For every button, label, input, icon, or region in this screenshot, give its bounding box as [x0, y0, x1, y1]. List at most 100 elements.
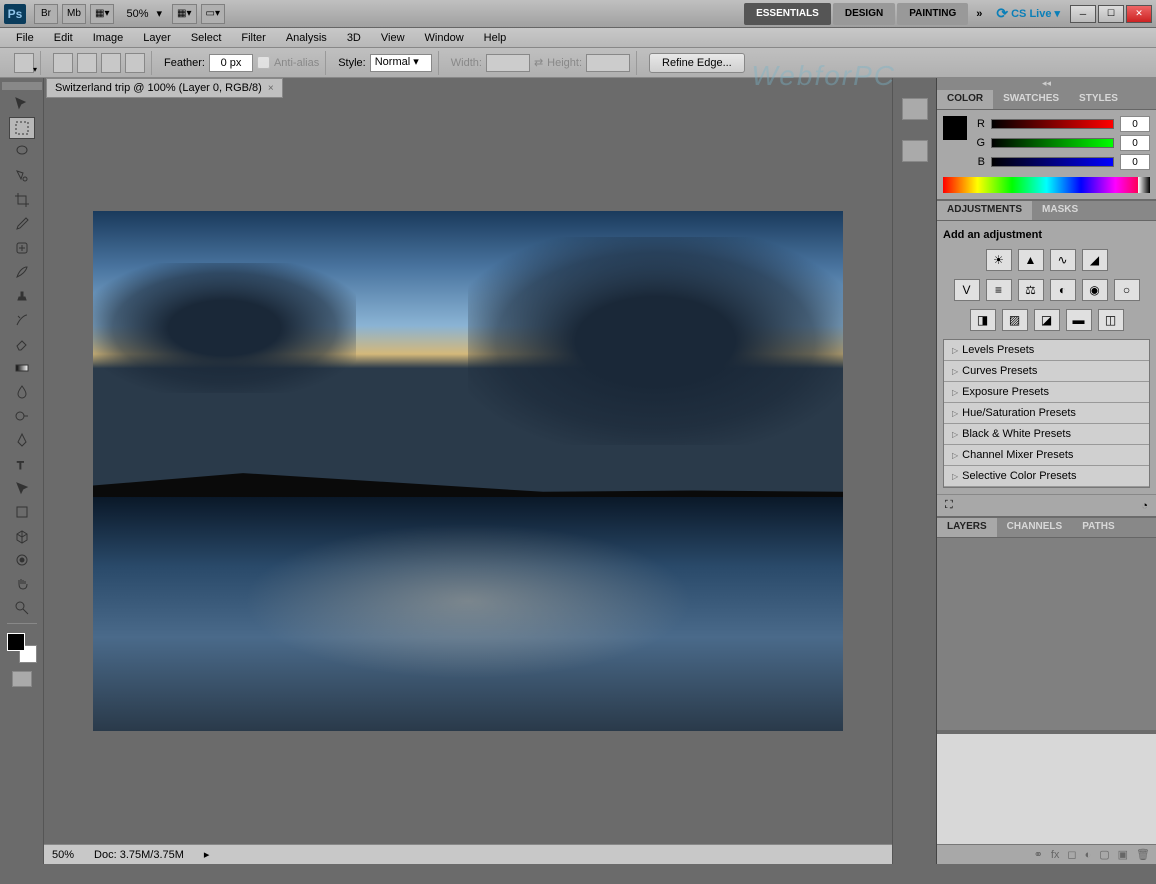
selection-subtract-icon[interactable]	[101, 53, 121, 73]
canvas-viewport[interactable]	[44, 98, 892, 844]
refine-edge-button[interactable]: Refine Edge...	[649, 53, 745, 73]
lasso-tool[interactable]	[9, 141, 35, 163]
style-select[interactable]: Normal ▾	[370, 54, 432, 72]
status-doc-size[interactable]: Doc: 3.75M/3.75M	[94, 849, 184, 861]
workspace-essentials[interactable]: ESSENTIALS	[744, 3, 831, 25]
eyedropper-tool[interactable]	[9, 213, 35, 235]
delete-layer-icon[interactable]: 🗑	[1136, 848, 1150, 861]
preset-exposure[interactable]: Exposure Presets	[944, 382, 1149, 403]
tab-swatches[interactable]: SWATCHES	[993, 90, 1069, 109]
threshold-icon[interactable]: ◪	[1034, 309, 1060, 331]
selection-intersect-icon[interactable]	[125, 53, 145, 73]
invert-icon[interactable]: ◨	[970, 309, 996, 331]
cs-live-button[interactable]: ⟳ CS Live ▾	[996, 5, 1060, 22]
hue-saturation-icon[interactable]: ≡	[986, 279, 1012, 301]
zoom-tool[interactable]	[9, 597, 35, 619]
pen-tool[interactable]	[9, 429, 35, 451]
workspace-more-icon[interactable]: »	[976, 8, 982, 20]
menu-layer[interactable]: Layer	[133, 30, 181, 46]
link-layers-icon[interactable]: ⚭	[1034, 848, 1043, 861]
curves-icon[interactable]: ∿	[1050, 249, 1076, 271]
selection-add-icon[interactable]	[77, 53, 97, 73]
preset-curves[interactable]: Curves Presets	[944, 361, 1149, 382]
brightness-contrast-icon[interactable]: ☀	[986, 249, 1012, 271]
hand-tool[interactable]	[9, 573, 35, 595]
collapse-panels-icon[interactable]: ◂◂	[937, 78, 1156, 90]
maximize-button[interactable]: ☐	[1098, 5, 1124, 23]
3d-tool[interactable]	[9, 525, 35, 547]
gradient-tool[interactable]	[9, 357, 35, 379]
3d-camera-tool[interactable]	[9, 549, 35, 571]
layers-list[interactable]	[937, 538, 1156, 730]
gradient-map-icon[interactable]: ▬	[1066, 309, 1092, 331]
layer-group-icon[interactable]: ▢	[1099, 848, 1109, 861]
screen-mode-2-button[interactable]: ▭▾	[201, 4, 225, 24]
zoom-display[interactable]: 50%	[126, 8, 148, 20]
history-brush-tool[interactable]	[9, 309, 35, 331]
menu-window[interactable]: Window	[415, 30, 474, 46]
dodge-tool[interactable]	[9, 405, 35, 427]
menu-3d[interactable]: 3D	[337, 30, 371, 46]
green-slider[interactable]	[991, 138, 1114, 148]
workspace-design[interactable]: DESIGN	[833, 3, 895, 25]
workspace-painting[interactable]: PAINTING	[897, 3, 968, 25]
crop-tool[interactable]	[9, 189, 35, 211]
bridge-button[interactable]: Br	[34, 4, 58, 24]
vibrance-icon[interactable]: V	[954, 279, 980, 301]
toolbox-handle[interactable]	[2, 82, 42, 90]
menu-edit[interactable]: Edit	[44, 30, 83, 46]
clone-stamp-tool[interactable]	[9, 285, 35, 307]
foreground-color[interactable]	[7, 633, 25, 651]
preset-selective-color[interactable]: Selective Color Presets	[944, 466, 1149, 487]
menu-help[interactable]: Help	[474, 30, 517, 46]
color-spectrum[interactable]	[943, 177, 1150, 193]
tab-adjustments[interactable]: ADJUSTMENTS	[937, 201, 1032, 220]
blur-tool[interactable]	[9, 381, 35, 403]
minibridge-button[interactable]: Mb	[62, 4, 86, 24]
brush-tool[interactable]	[9, 261, 35, 283]
tab-layers[interactable]: LAYERS	[937, 518, 997, 537]
screen-mode-1-button[interactable]: ▦▾	[172, 4, 196, 24]
zoom-chevron-icon[interactable]: ▾	[157, 7, 163, 20]
status-zoom[interactable]: 50%	[52, 849, 74, 861]
channel-mixer-icon[interactable]: ○	[1114, 279, 1140, 301]
red-value-input[interactable]	[1120, 116, 1150, 132]
document-tab[interactable]: Switzerland trip @ 100% (Layer 0, RGB/8)…	[46, 78, 283, 98]
type-tool[interactable]: T	[9, 453, 35, 475]
status-chevron-icon[interactable]: ▸	[204, 848, 210, 861]
tab-channels[interactable]: CHANNELS	[997, 518, 1073, 537]
layer-style-icon[interactable]: fx	[1051, 849, 1060, 861]
tool-preset-icon[interactable]: ▾	[14, 53, 34, 73]
menu-image[interactable]: Image	[83, 30, 134, 46]
menu-analysis[interactable]: Analysis	[276, 30, 337, 46]
preset-black-white[interactable]: Black & White Presets	[944, 424, 1149, 445]
color-swatches[interactable]	[7, 633, 37, 663]
marquee-tool[interactable]	[9, 117, 35, 139]
close-tab-icon[interactable]: ×	[268, 83, 274, 94]
preset-channel-mixer[interactable]: Channel Mixer Presets	[944, 445, 1149, 466]
levels-icon[interactable]: ▲	[1018, 249, 1044, 271]
selection-new-icon[interactable]	[53, 53, 73, 73]
adj-expand-icon[interactable]: ⛶	[945, 499, 953, 512]
shape-tool[interactable]	[9, 501, 35, 523]
selective-color-icon[interactable]: ◫	[1098, 309, 1124, 331]
menu-file[interactable]: File	[6, 30, 44, 46]
tab-color[interactable]: COLOR	[937, 90, 993, 109]
dock-history-icon[interactable]	[902, 140, 928, 162]
quick-mask-button[interactable]	[12, 671, 32, 687]
minimize-button[interactable]: ─	[1070, 5, 1096, 23]
adj-clip-icon[interactable]: ◔	[1141, 500, 1148, 512]
path-selection-tool[interactable]	[9, 477, 35, 499]
arrange-documents-button[interactable]: ▦▾	[90, 4, 114, 24]
green-value-input[interactable]	[1120, 135, 1150, 151]
quick-selection-tool[interactable]	[9, 165, 35, 187]
tab-masks[interactable]: MASKS	[1032, 201, 1088, 220]
layer-mask-icon[interactable]: ◻	[1067, 848, 1076, 861]
adjustment-layer-icon[interactable]: ◐	[1085, 849, 1092, 861]
red-slider[interactable]	[991, 119, 1114, 129]
blue-slider[interactable]	[991, 157, 1114, 167]
preset-hue-saturation[interactable]: Hue/Saturation Presets	[944, 403, 1149, 424]
photo-filter-icon[interactable]: ◉	[1082, 279, 1108, 301]
healing-brush-tool[interactable]	[9, 237, 35, 259]
close-window-button[interactable]: ✕	[1126, 5, 1152, 23]
